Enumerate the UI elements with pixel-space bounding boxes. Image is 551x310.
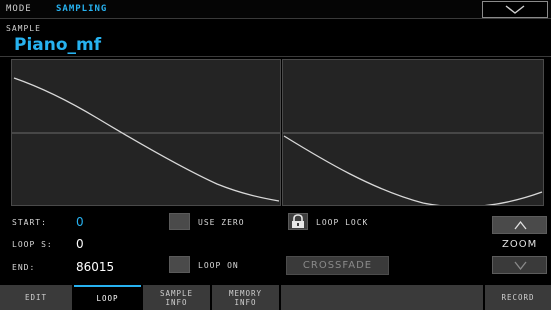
waveform-loop-plot xyxy=(283,132,543,205)
waveform-display xyxy=(0,57,551,209)
loop-on-checkbox[interactable] xyxy=(169,256,190,273)
end-label: END: xyxy=(12,263,36,272)
waveform-panel-loop[interactable] xyxy=(282,59,544,206)
tab-memory-info-line1: MEMORY xyxy=(228,288,263,298)
sample-label: SAMPLE xyxy=(6,24,41,33)
loop-start-value[interactable]: 0 xyxy=(76,237,84,251)
tab-sample-info-line2: INFO xyxy=(165,297,188,307)
loop-start-label: LOOP S: xyxy=(12,240,53,249)
tab-sample-info-line1: SAMPLE xyxy=(159,288,194,298)
tab-memory-info-line2: INFO xyxy=(234,297,257,307)
tab-memory-info[interactable]: MEMORY INFO xyxy=(212,285,279,310)
chevron-up-icon xyxy=(514,221,527,230)
mode-bar: MODE SAMPLING xyxy=(0,0,551,19)
tab-loop[interactable]: LOOP xyxy=(74,285,141,310)
chevron-down-icon xyxy=(514,261,527,270)
use-zero-label: USE ZERO xyxy=(198,218,245,227)
use-zero-checkbox[interactable] xyxy=(169,213,190,230)
sample-name[interactable]: Piano_mf xyxy=(14,35,101,55)
waveform-start-plot xyxy=(12,77,280,202)
mode-dropdown-button[interactable] xyxy=(482,1,548,18)
mode-value: SAMPLING xyxy=(56,4,108,14)
loop-lock-label: LOOP LOCK xyxy=(316,218,369,227)
tab-empty xyxy=(281,285,483,310)
zoom-label: ZOOM xyxy=(502,239,538,250)
loop-lock-checkbox[interactable] xyxy=(288,213,308,230)
tab-record[interactable]: RECORD xyxy=(485,285,551,310)
tab-bar: EDIT LOOP SAMPLE INFO MEMORY INFO RECORD xyxy=(0,285,551,310)
zoom-in-button[interactable] xyxy=(492,216,547,234)
tab-loop-label: LOOP xyxy=(96,294,119,303)
chevron-down-icon xyxy=(505,5,525,14)
loop-on-label: LOOP ON xyxy=(198,261,239,270)
zoom-out-button[interactable] xyxy=(492,256,547,274)
end-value[interactable]: 86015 xyxy=(76,260,114,274)
tab-edit[interactable]: EDIT xyxy=(0,285,72,310)
crossfade-button[interactable]: CROSSFADE xyxy=(286,256,389,275)
tab-edit-label: EDIT xyxy=(24,293,48,302)
tab-sample-info[interactable]: SAMPLE INFO xyxy=(143,285,210,310)
mode-label: MODE xyxy=(6,4,32,14)
sample-header[interactable]: SAMPLE Piano_mf xyxy=(0,20,551,57)
start-value[interactable]: 0 xyxy=(76,215,84,229)
start-label: START: xyxy=(12,218,47,227)
waveform-panel-start[interactable] xyxy=(11,59,281,206)
tab-record-label: RECORD xyxy=(501,293,535,302)
lock-icon xyxy=(292,214,304,228)
